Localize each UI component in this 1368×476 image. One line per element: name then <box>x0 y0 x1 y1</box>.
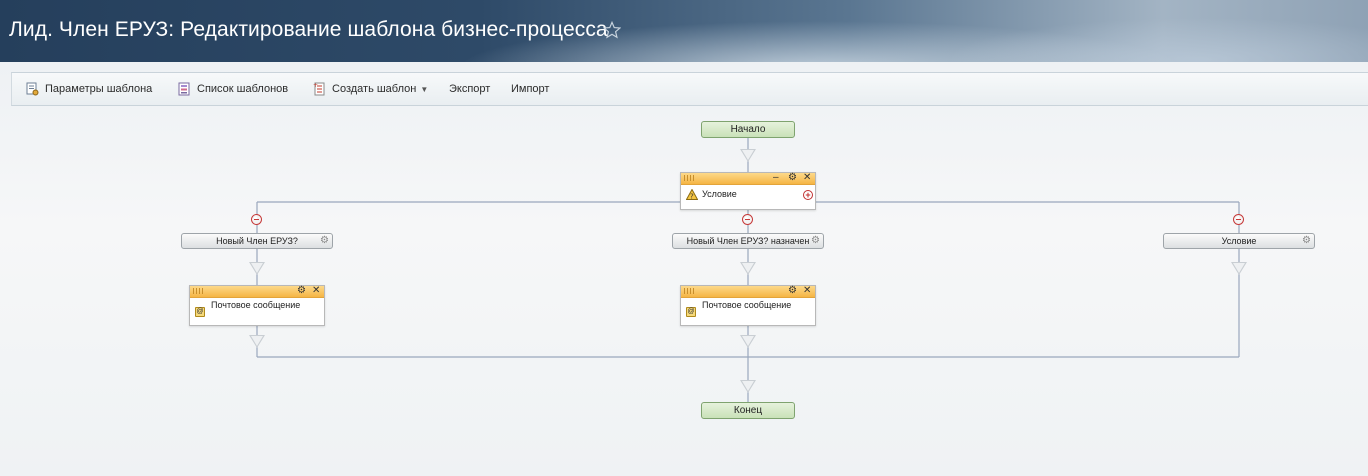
close-icon[interactable]: ✕ <box>312 285 320 296</box>
condition-icon: ? <box>686 189 698 200</box>
arrow-down-icon <box>740 380 756 393</box>
arrow-down-icon <box>740 262 756 275</box>
end-node[interactable]: Конец <box>701 402 795 419</box>
workflow-canvas: Начало – ⚙ ✕ ? Условие + Новый Член ЕРУЗ… <box>0 106 1368 476</box>
template-settings-label: Параметры шаблона <box>45 83 153 95</box>
minimize-icon[interactable]: – <box>773 172 779 183</box>
gear-icon[interactable]: ⚙ <box>788 285 797 296</box>
page-header: Лид. Член ЕРУЗ: Редактирование шаблона б… <box>0 0 1368 62</box>
template-list-icon <box>178 82 190 96</box>
mail-icon: @ <box>195 307 205 317</box>
mail-activity-1[interactable]: ⚙ ✕ @ Почтовое сообщение <box>189 285 325 326</box>
create-template-icon: + <box>313 82 325 96</box>
import-button[interactable]: Импорт <box>511 73 549 105</box>
remove-branch-icon[interactable] <box>742 214 753 225</box>
template-settings-icon <box>26 82 39 96</box>
activity-header[interactable]: ⚙ ✕ <box>681 285 815 298</box>
arrow-down-icon <box>249 262 265 275</box>
arrow-down-icon <box>249 335 265 348</box>
branch-condition-1[interactable]: Новый Член ЕРУЗ? ⚙ <box>181 233 333 249</box>
mail-activity-label: Почтовое сообщение <box>211 300 301 310</box>
mail-activity-label: Почтовое сообщение <box>702 300 792 310</box>
gear-icon[interactable]: ⚙ <box>811 235 820 247</box>
branch-condition-label: Новый Член ЕРУЗ? <box>216 236 298 246</box>
chevron-down-icon[interactable]: ▼ <box>420 85 428 94</box>
branch-condition-2[interactable]: Новый Член ЕРУЗ? назначен ⚙ <box>672 233 824 249</box>
mail-activity-2[interactable]: ⚙ ✕ @ Почтовое сообщение <box>680 285 816 326</box>
gear-icon[interactable]: ⚙ <box>1302 235 1311 247</box>
template-list-button[interactable]: Список шаблонов <box>178 73 288 105</box>
svg-text:+: + <box>313 82 318 89</box>
branch-condition-label: Условие <box>1221 236 1257 246</box>
drag-handle[interactable] <box>684 288 694 294</box>
remove-branch-icon[interactable] <box>1233 214 1244 225</box>
gear-icon[interactable]: ⚙ <box>297 285 306 296</box>
arrow-down-icon <box>740 149 756 162</box>
mail-icon: @ <box>686 307 696 317</box>
export-label: Экспорт <box>449 83 491 95</box>
remove-branch-icon[interactable] <box>251 214 262 225</box>
close-icon[interactable]: ✕ <box>803 285 811 296</box>
gear-icon[interactable]: ⚙ <box>320 235 329 247</box>
branch-condition-label: Новый Член ЕРУЗ? назначен <box>686 236 810 246</box>
star-icon[interactable] <box>603 21 621 39</box>
start-node[interactable]: Начало <box>701 121 795 138</box>
template-list-label: Список шаблонов <box>197 83 289 95</box>
arrow-down-icon <box>1231 262 1247 275</box>
export-button[interactable]: Экспорт <box>449 73 490 105</box>
condition-activity[interactable]: – ⚙ ✕ ? Условие + <box>680 172 816 210</box>
page-title: Лид. Член ЕРУЗ: Редактирование шаблона б… <box>9 18 608 41</box>
arrow-down-icon <box>740 335 756 348</box>
import-label: Импорт <box>511 83 550 95</box>
create-template-button[interactable]: + Создать шаблон ▼ <box>313 73 428 105</box>
condition-activity-label: Условие <box>702 189 737 199</box>
branch-condition-3[interactable]: Условие ⚙ <box>1163 233 1315 249</box>
create-template-label: Создать шаблон <box>332 83 417 95</box>
gear-icon[interactable]: ⚙ <box>788 172 797 183</box>
drag-handle[interactable] <box>684 175 694 181</box>
template-settings-button[interactable]: Параметры шаблона <box>26 73 152 105</box>
close-icon[interactable]: ✕ <box>803 172 811 183</box>
drag-handle[interactable] <box>193 288 203 294</box>
toolbar: Параметры шаблона Список шаблонов + Созд… <box>11 72 1368 106</box>
add-branch-icon[interactable]: + <box>803 190 813 200</box>
svg-text:?: ? <box>690 193 694 201</box>
activity-header[interactable]: – ⚙ ✕ <box>681 172 815 185</box>
activity-header[interactable]: ⚙ ✕ <box>190 285 324 298</box>
